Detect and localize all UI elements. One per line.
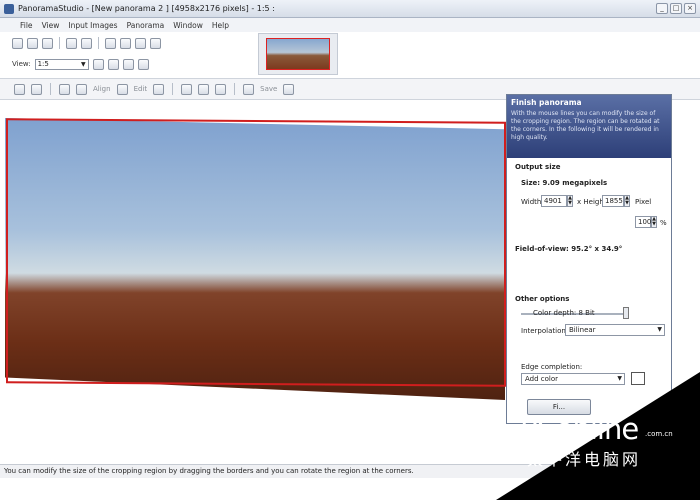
zoom-in-icon[interactable] [92, 58, 104, 70]
open-folder-icon[interactable] [14, 83, 25, 95]
output-size-heading: Output size [515, 163, 561, 171]
menu-help[interactable]: Help [212, 21, 229, 30]
watermark-chinese: 太平洋电脑网 [527, 450, 642, 469]
wizard-icon[interactable] [283, 83, 295, 95]
delete-icon[interactable] [150, 37, 161, 49]
toolbar-separator [59, 37, 60, 49]
interpolation-select[interactable]: Bilinear ▼ [565, 324, 665, 336]
scale-slider-thumb[interactable] [623, 307, 629, 319]
menu-window[interactable]: Window [173, 21, 203, 30]
crop-region[interactable] [6, 118, 506, 387]
size-text: Size: 9.09 megapixels [521, 179, 608, 187]
height-spinner[interactable]: ▲ ▼ [624, 195, 630, 207]
export-icon[interactable] [181, 83, 193, 95]
toolbar-separator [172, 83, 174, 95]
field-of-view: Field-of-view: 95.2° x 34.9° [515, 245, 623, 253]
chevron-down-icon: ▼ [617, 375, 622, 382]
app-icon [4, 3, 14, 14]
edge-color-swatch[interactable] [631, 372, 645, 385]
edge-completion-value: Add color [525, 375, 559, 383]
watermark-brand: PConline [520, 412, 639, 446]
edit-button[interactable]: Edit [134, 85, 148, 93]
width-label: Width [521, 198, 542, 206]
width-spinner[interactable]: ▲ ▼ [567, 195, 573, 207]
open-icon[interactable] [27, 37, 38, 49]
scale-spinner[interactable]: ▲ ▼ [651, 216, 657, 228]
menu-view[interactable]: View [42, 21, 60, 30]
settings-icon[interactable] [215, 83, 227, 95]
toolbar-separator [50, 83, 51, 95]
new-icon[interactable] [12, 37, 23, 49]
height-field[interactable]: 1855 [602, 195, 624, 207]
image-thumbnail[interactable] [266, 38, 330, 70]
window-controls: _ □ × [656, 3, 696, 14]
align-icon[interactable] [76, 83, 87, 95]
scale-field[interactable]: 100 [635, 216, 651, 228]
close-button[interactable]: × [684, 3, 696, 14]
view-label: View: [12, 60, 31, 68]
title-bar: PanoramaStudio - [New panorama 2 ] [4958… [0, 0, 700, 18]
toolbar-separator [98, 37, 99, 49]
minimize-button[interactable]: _ [656, 3, 668, 14]
menu-file[interactable]: File [20, 21, 33, 30]
crop-icon[interactable] [153, 83, 165, 95]
pixel-unit: Pixel [635, 198, 652, 206]
maximize-button[interactable]: □ [670, 3, 682, 14]
rotate-left-icon[interactable] [105, 37, 116, 49]
watermark-domain: .com.cn [645, 430, 673, 438]
interpolation-value: Bilinear [569, 326, 596, 334]
edge-completion-select[interactable]: Add color ▼ [521, 373, 625, 385]
scale-unit: % [660, 219, 667, 227]
view-zoom-value: 1:5 [37, 60, 49, 68]
save-disk-icon[interactable] [243, 83, 255, 95]
help-icon[interactable] [81, 37, 92, 49]
image-icon[interactable] [198, 83, 210, 95]
width-field[interactable]: 4901 [541, 195, 567, 207]
save-icon[interactable] [42, 37, 53, 49]
panel-title: Finish panorama [511, 98, 582, 107]
color-depth-text: Color depth: 8 Bit [533, 309, 595, 317]
interpolation-label: Interpolation: [521, 327, 569, 335]
panel-description: With the mouse lines you can modify the … [511, 110, 660, 141]
import-icon[interactable] [31, 83, 42, 95]
chevron-down-icon: ▼ [657, 326, 662, 333]
toolbar-separator [234, 83, 236, 95]
flip-icon[interactable] [135, 37, 146, 49]
chevron-down-icon: ▼ [80, 60, 86, 68]
menu-panorama[interactable]: Panorama [127, 21, 165, 30]
edit-icon[interactable] [116, 83, 128, 95]
rotate-right-icon[interactable] [120, 37, 131, 49]
zoom-out-icon[interactable] [107, 58, 119, 70]
panel-header: Finish panorama With the mouse lines you… [507, 95, 671, 158]
window-title: PanoramaStudio - [New panorama 2 ] [4958… [18, 4, 275, 13]
other-options-heading: Other options [515, 295, 570, 303]
zoom-fit-icon[interactable] [122, 58, 134, 70]
edge-completion-label: Edge completion: [521, 363, 583, 371]
info-icon[interactable] [66, 37, 77, 49]
zoom-actual-icon[interactable] [137, 58, 149, 70]
toolbar-top [0, 34, 161, 52]
align-button[interactable]: Align [93, 85, 111, 93]
view-zoom-select[interactable]: 1:5 ▼ [34, 58, 89, 70]
finish-panorama-panel: Finish panorama With the mouse lines you… [506, 94, 672, 424]
stitch-icon[interactable] [59, 83, 70, 95]
menu-input-images[interactable]: Input Images [68, 21, 117, 30]
save-button[interactable]: Save [260, 85, 277, 93]
thumbnail-strip [258, 33, 338, 75]
menu-bar: File View Input Images Panorama Window H… [0, 18, 700, 32]
toolbar-view: View: 1:5 ▼ [0, 55, 149, 73]
